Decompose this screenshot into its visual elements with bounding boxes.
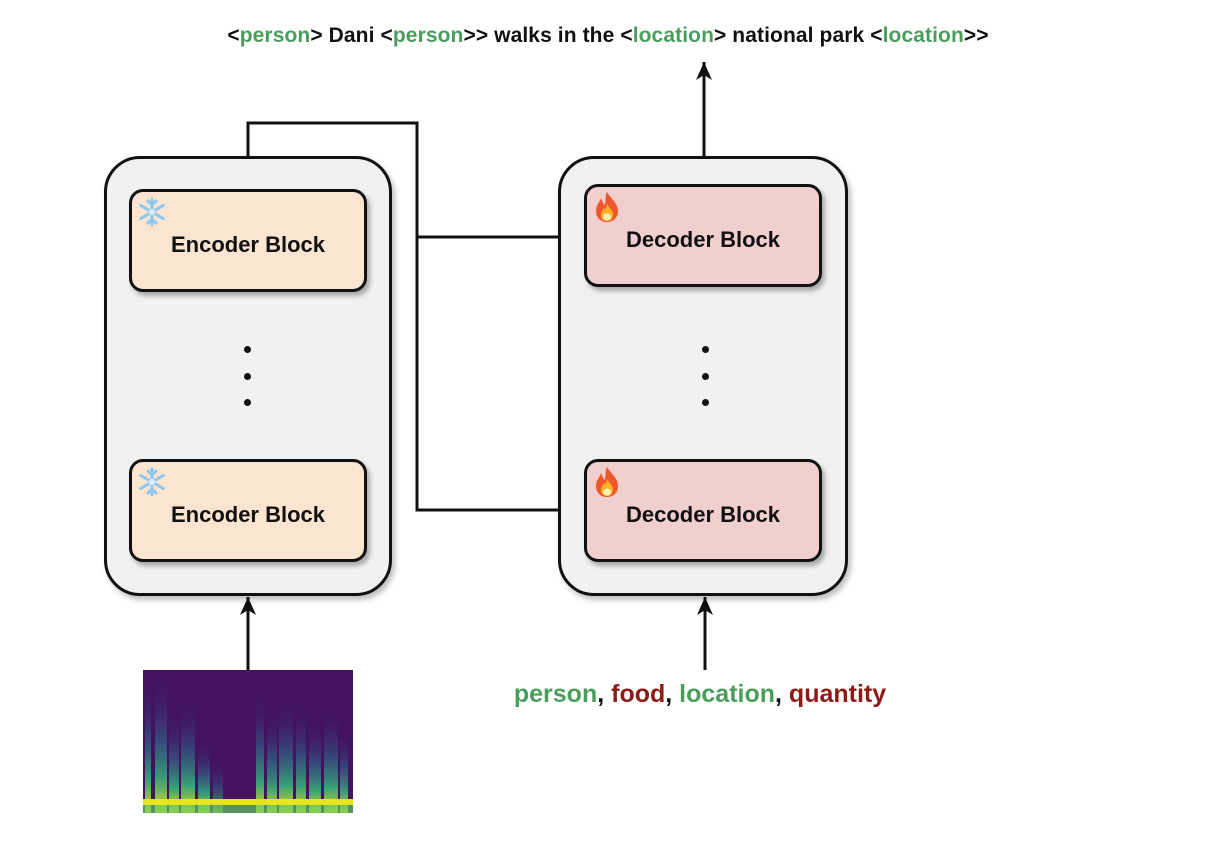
decoder-block-top: Decoder Block: [584, 184, 822, 287]
snowflake-icon: [139, 197, 165, 227]
spectrogram-image: [143, 670, 353, 813]
ellipsis-dot: [702, 346, 709, 353]
fire-icon: [596, 467, 618, 497]
decoder-block-label: Decoder Block: [625, 501, 781, 527]
ellipsis-dot: [244, 373, 251, 380]
fire-icon: [596, 192, 618, 222]
decoder-block-bottom: Decoder Block: [584, 459, 822, 562]
entity-type-location: location: [679, 680, 776, 708]
entity-type-person: person: [513, 680, 598, 708]
encoder-block-top: Encoder Block: [129, 189, 367, 292]
ellipsis-dot: [244, 399, 251, 406]
ellipsis-dot: [702, 373, 709, 380]
encoder-block-bottom: Encoder Block: [129, 459, 367, 562]
entity-type-quantity: quantity: [788, 680, 887, 708]
entity-type-prompt: person, food, location, quantity: [480, 680, 920, 709]
encoder-block-label: Encoder Block: [170, 231, 326, 257]
ellipsis-dot: [244, 346, 251, 353]
decoder-block-label: Decoder Block: [625, 226, 781, 252]
separator: ,: [665, 680, 680, 708]
entity-type-food: food: [611, 680, 666, 708]
separator: ,: [597, 680, 612, 708]
snowflake-icon: [139, 467, 165, 497]
ellipsis-dot: [702, 399, 709, 406]
encoder-block-label: Encoder Block: [170, 501, 326, 527]
separator: ,: [775, 680, 789, 708]
